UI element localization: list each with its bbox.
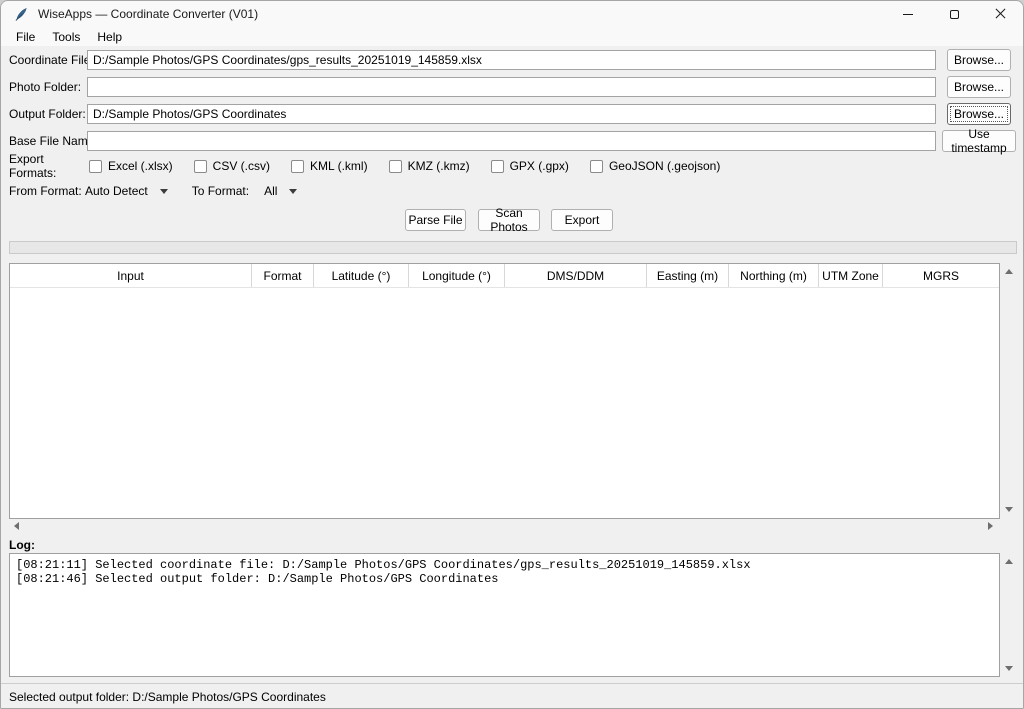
- scroll-left-icon[interactable]: [14, 522, 19, 530]
- results-table: Input Format Latitude (°) Longitude (°) …: [9, 263, 1000, 519]
- menu-tools[interactable]: Tools: [45, 29, 87, 45]
- photo-folder-browse-button[interactable]: Browse...: [947, 76, 1011, 98]
- table-vertical-scrollbar[interactable]: [1001, 263, 1017, 518]
- photo-folder-input[interactable]: [87, 77, 936, 97]
- export-option-kml[interactable]: KML (.kml): [291, 159, 368, 173]
- export-option-geojson[interactable]: GeoJSON (.geojson): [590, 159, 720, 173]
- log-line: [08:21:11] Selected coordinate file: D:/…: [16, 558, 993, 572]
- use-timestamp-button[interactable]: Use timestamp: [942, 130, 1016, 152]
- titlebar: WiseApps — Coordinate Converter (V01): [1, 1, 1023, 27]
- to-format-label: To Format:: [192, 184, 249, 198]
- to-format-select[interactable]: All: [264, 184, 297, 198]
- close-button[interactable]: [977, 1, 1023, 27]
- col-header-northing[interactable]: Northing (m): [729, 264, 819, 287]
- app-feather-icon: [14, 7, 29, 22]
- checkbox-kmz-label: KMZ (.kmz): [408, 159, 470, 173]
- scroll-down-icon[interactable]: [1005, 507, 1013, 512]
- base-file-name-label: Base File Name:: [9, 131, 98, 151]
- window-controls: [885, 1, 1023, 27]
- checkbox-gpx-label: GPX (.gpx): [510, 159, 569, 173]
- export-option-csv[interactable]: CSV (.csv): [194, 159, 270, 173]
- checkbox-xlsx-label: Excel (.xlsx): [108, 159, 173, 173]
- scan-photos-button[interactable]: Scan Photos: [478, 209, 540, 231]
- close-icon: [995, 9, 1005, 19]
- progress-bar: [9, 241, 1017, 254]
- scroll-up-icon[interactable]: [1005, 269, 1013, 274]
- output-folder-label: Output Folder:: [9, 104, 86, 124]
- table-body: [10, 288, 999, 518]
- to-format-value: All: [264, 184, 277, 198]
- from-format-select[interactable]: Auto Detect: [85, 184, 168, 198]
- col-header-dms-ddm[interactable]: DMS/DDM: [505, 264, 647, 287]
- checkbox-geojson-label: GeoJSON (.geojson): [609, 159, 720, 173]
- col-header-easting[interactable]: Easting (m): [647, 264, 729, 287]
- menu-file[interactable]: File: [9, 29, 42, 45]
- checkbox-kmz-icon[interactable]: [389, 160, 402, 173]
- window-title: WiseApps — Coordinate Converter (V01): [38, 7, 258, 21]
- scroll-up-icon[interactable]: [1005, 559, 1013, 564]
- checkbox-xlsx-icon[interactable]: [89, 160, 102, 173]
- export-formats-row: Export Formats: Excel (.xlsx) CSV (.csv)…: [9, 158, 741, 174]
- menubar: File Tools Help: [1, 27, 1023, 46]
- menu-help[interactable]: Help: [90, 29, 129, 45]
- export-button[interactable]: Export: [551, 209, 613, 231]
- col-header-utm-zone[interactable]: UTM Zone: [819, 264, 883, 287]
- checkbox-csv-icon[interactable]: [194, 160, 207, 173]
- export-option-gpx[interactable]: GPX (.gpx): [491, 159, 569, 173]
- col-header-mgrs[interactable]: MGRS: [883, 264, 999, 287]
- export-formats-label: Export Formats:: [9, 152, 89, 180]
- output-folder-input[interactable]: [87, 104, 936, 124]
- coordinate-file-browse-button[interactable]: Browse...: [947, 49, 1011, 71]
- from-format-value: Auto Detect: [85, 184, 148, 198]
- photo-folder-label: Photo Folder:: [9, 77, 81, 97]
- output-folder-browse-button[interactable]: Browse...: [947, 103, 1011, 125]
- app-window: WiseApps — Coordinate Converter (V01) Fi…: [0, 0, 1024, 709]
- maximize-icon: [950, 10, 959, 19]
- table-header: Input Format Latitude (°) Longitude (°) …: [10, 264, 999, 288]
- chevron-down-icon: [160, 189, 168, 194]
- coordinate-file-input[interactable]: [87, 50, 936, 70]
- checkbox-kml-icon[interactable]: [291, 160, 304, 173]
- from-format-label: From Format:: [9, 184, 85, 198]
- parse-file-button[interactable]: Parse File: [405, 209, 466, 231]
- col-header-input[interactable]: Input: [10, 264, 252, 287]
- format-selector-row: From Format: Auto Detect To Format: All: [9, 183, 297, 199]
- minimize-icon: [903, 14, 913, 15]
- scroll-right-icon[interactable]: [988, 522, 993, 530]
- checkbox-gpx-icon[interactable]: [491, 160, 504, 173]
- coordinate-file-label: Coordinate File:: [9, 50, 94, 70]
- log-line: [08:21:46] Selected output folder: D:/Sa…: [16, 572, 993, 586]
- log-label: Log:: [9, 538, 35, 552]
- col-header-latitude[interactable]: Latitude (°): [314, 264, 409, 287]
- checkbox-kml-label: KML (.kml): [310, 159, 368, 173]
- status-bar: Selected output folder: D:/Sample Photos…: [1, 683, 1023, 709]
- base-file-name-input[interactable]: [87, 131, 936, 151]
- log-vertical-scrollbar[interactable]: [1001, 553, 1017, 677]
- minimize-button[interactable]: [885, 1, 931, 27]
- export-option-xlsx[interactable]: Excel (.xlsx): [89, 159, 173, 173]
- col-header-longitude[interactable]: Longitude (°): [409, 264, 505, 287]
- scroll-down-icon[interactable]: [1005, 666, 1013, 671]
- maximize-button[interactable]: [931, 1, 977, 27]
- export-option-kmz[interactable]: KMZ (.kmz): [389, 159, 470, 173]
- table-horizontal-scrollbar[interactable]: [9, 520, 1001, 533]
- checkbox-csv-label: CSV (.csv): [213, 159, 270, 173]
- chevron-down-icon: [289, 189, 297, 194]
- status-text: Selected output folder: D:/Sample Photos…: [9, 690, 326, 704]
- log-output[interactable]: [08:21:11] Selected coordinate file: D:/…: [9, 553, 1000, 677]
- col-header-format[interactable]: Format: [252, 264, 314, 287]
- checkbox-geojson-icon[interactable]: [590, 160, 603, 173]
